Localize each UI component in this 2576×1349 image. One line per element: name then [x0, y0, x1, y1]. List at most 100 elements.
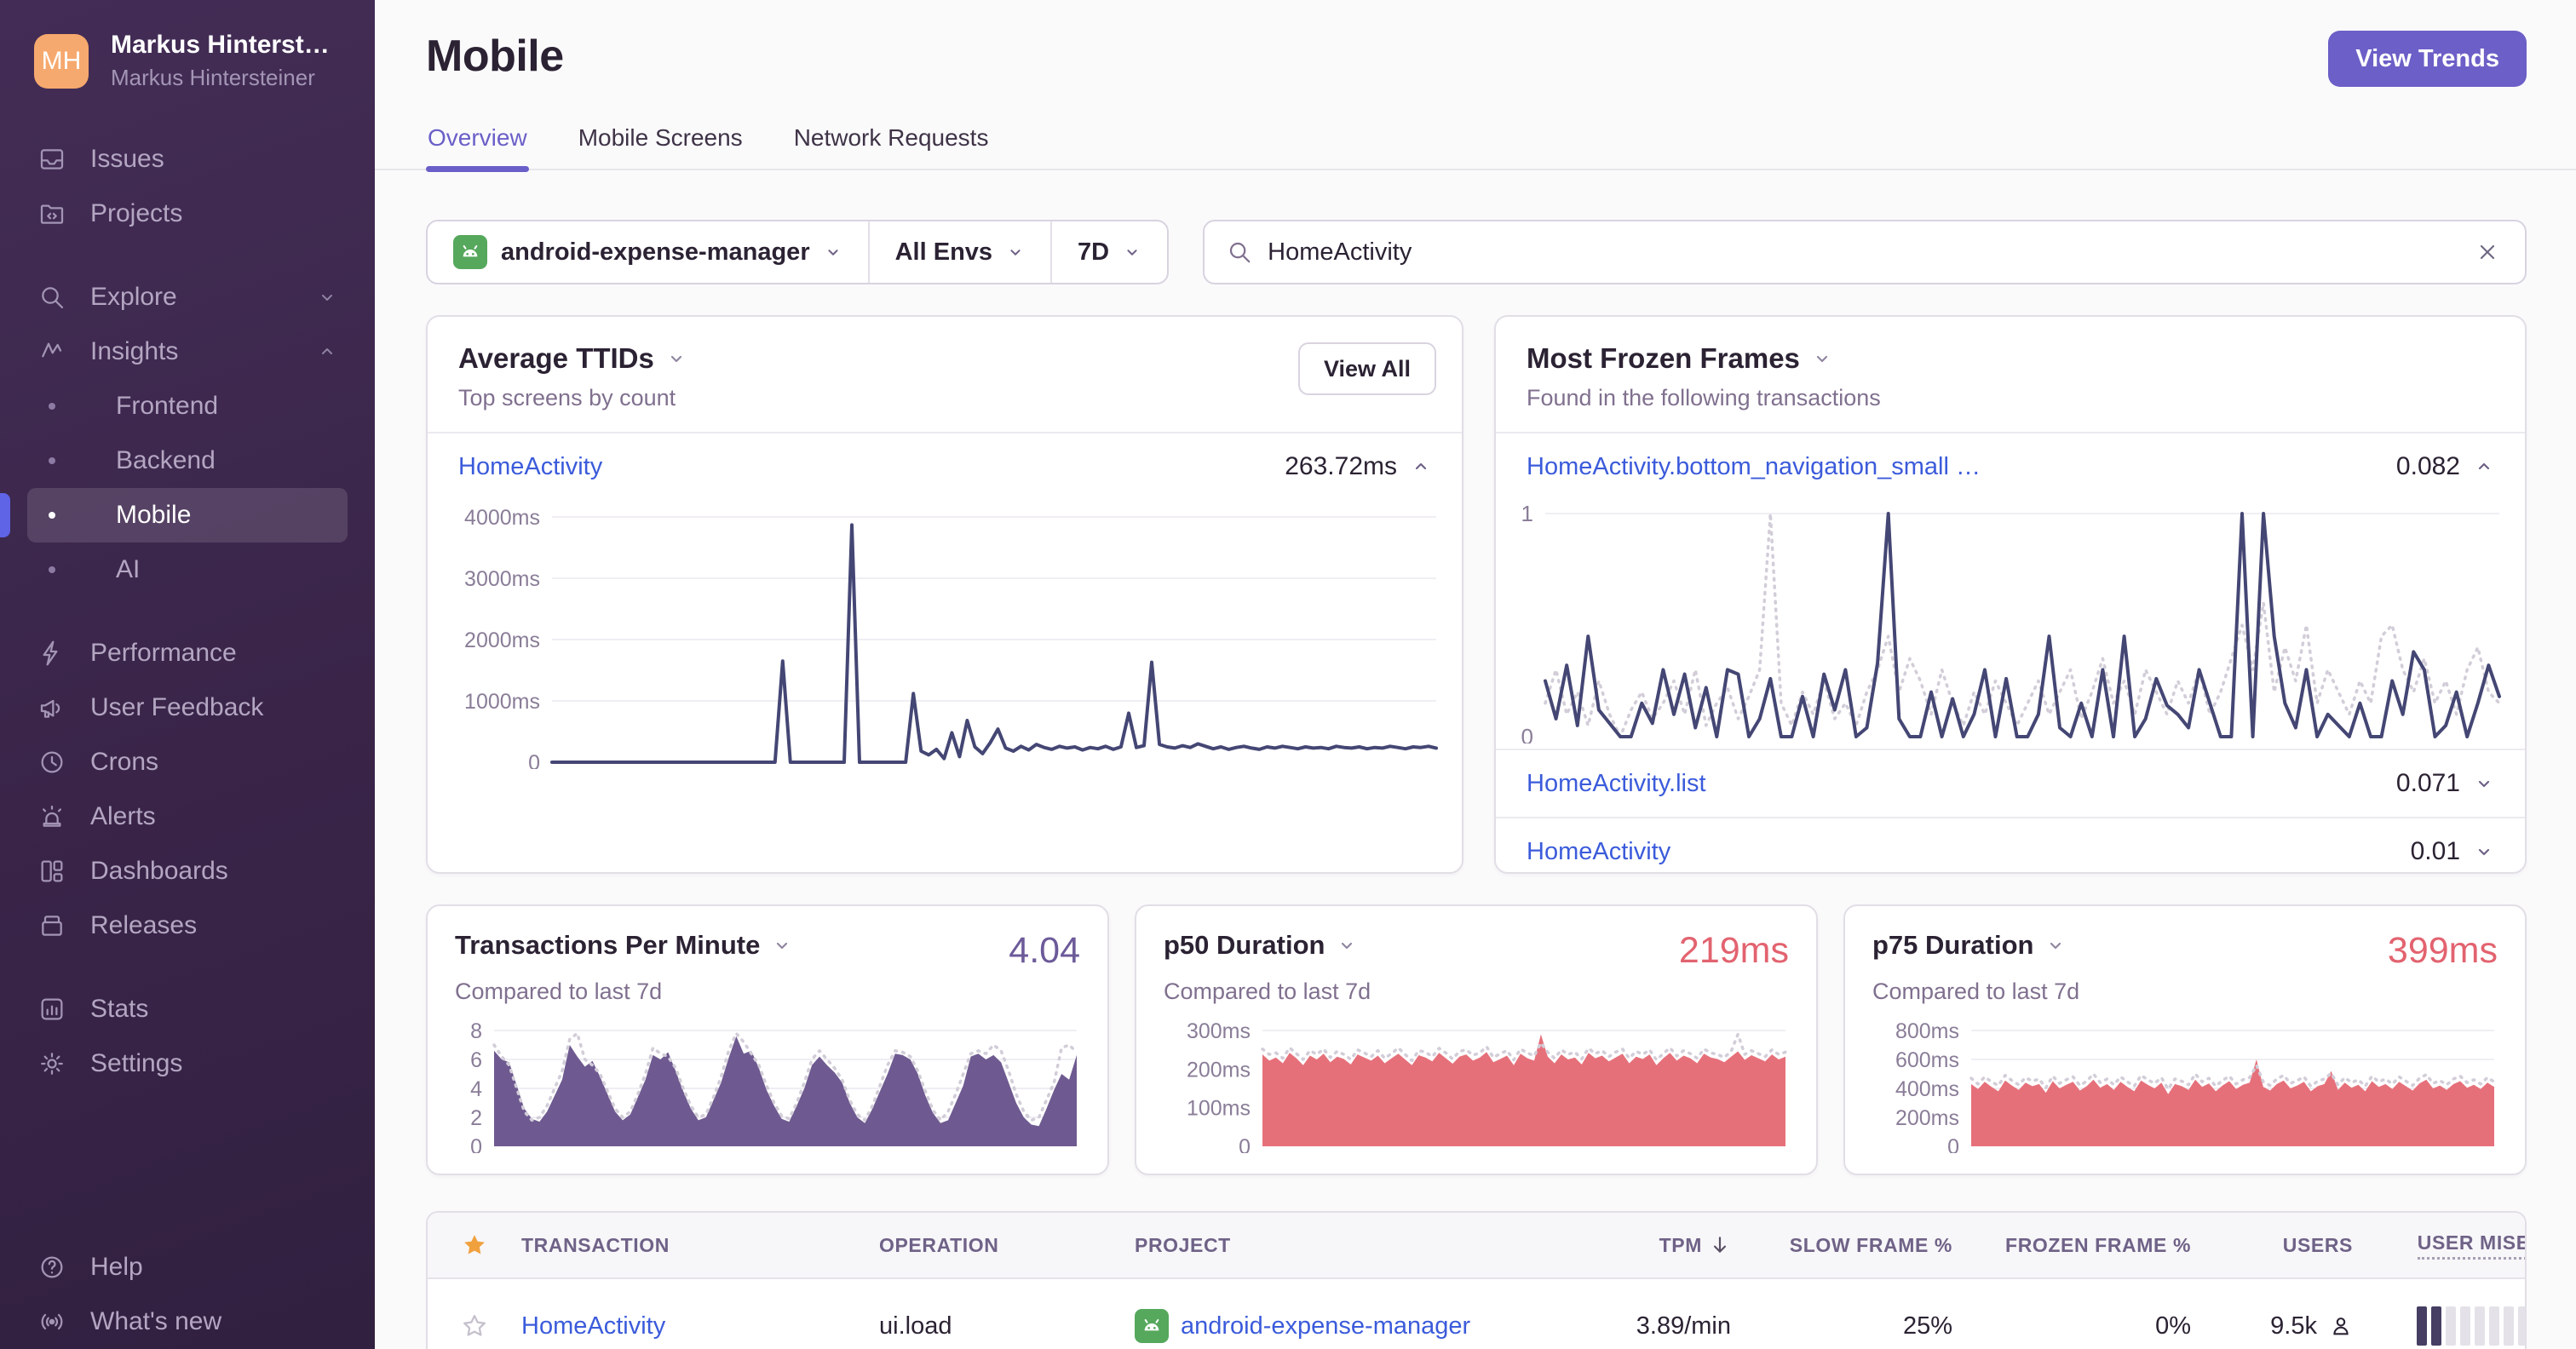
filter-bar: android-expense-manager All Envs 7D — [426, 220, 2527, 284]
project-selector[interactable]: android-expense-manager — [428, 221, 868, 283]
app-root: MH Markus Hinterst… Markus Hintersteiner… — [0, 0, 2576, 1349]
transaction-link[interactable]: HomeActivity — [521, 1312, 665, 1340]
transaction-link[interactable]: HomeActivity — [458, 453, 602, 481]
sidebar-item-help[interactable]: Help — [27, 1240, 348, 1294]
chevron-down-icon[interactable] — [2045, 935, 2066, 956]
p75-duration-card: p75 Duration 399ms Compared to last 7d 8… — [1843, 904, 2527, 1175]
tab-mobile-screens[interactable]: Mobile Screens — [577, 112, 745, 169]
tab-overview[interactable]: Overview — [426, 112, 529, 172]
user-name: Markus Hinterst… — [111, 31, 330, 59]
sidebar-item-user-feedback[interactable]: User Feedback — [27, 680, 348, 735]
frozen-frames-chart: 10 — [1508, 500, 2503, 749]
col-frozen-frame[interactable]: Frozen Frame % — [1952, 1234, 2191, 1257]
col-transaction[interactable]: Transaction — [521, 1234, 879, 1257]
col-users[interactable]: Users — [2191, 1234, 2353, 1257]
sidebar-item-insights[interactable]: Insights — [27, 324, 348, 379]
card-title: Average TTIDs — [458, 342, 654, 374]
tpm-cell: 3.89/min — [1636, 1312, 1731, 1340]
transactions-table: Transaction Operation Project TPM Slow F… — [426, 1211, 2527, 1349]
tpm-chart: 8 6 4 2 0 — [455, 1017, 1080, 1159]
frozen-transaction-row: HomeActivity 0.01 — [1496, 818, 2525, 872]
insights-icon — [37, 338, 66, 365]
chevron-down-icon[interactable] — [772, 935, 792, 956]
sidebar-item-mobile[interactable]: Mobile — [0, 488, 348, 542]
sidebar-item-stats[interactable]: Stats — [27, 982, 348, 1036]
transaction-link[interactable]: HomeActivity — [1527, 838, 1670, 866]
col-operation[interactable]: Operation — [879, 1234, 1135, 1257]
avatar: MH — [34, 33, 89, 89]
expand-chevron-down-icon[interactable] — [2474, 841, 2494, 862]
expand-chevron-down-icon[interactable] — [2474, 773, 2494, 794]
card-subtitle: Top screens by count — [458, 385, 676, 410]
tab-network-requests[interactable]: Network Requests — [792, 112, 991, 169]
star-toggle[interactable] — [462, 1313, 521, 1339]
siren-icon — [37, 803, 66, 830]
card-title: p75 Duration — [1872, 930, 2034, 960]
average-ttids-card: Average TTIDs Top screens by count View … — [426, 315, 1463, 874]
clear-search-button[interactable] — [2472, 237, 2503, 267]
sidebar-item-whats-new[interactable]: What's new — [27, 1294, 348, 1349]
sidebar-item-dashboards[interactable]: Dashboards — [27, 844, 348, 898]
releases-icon — [37, 912, 66, 939]
sidebar-item-releases[interactable]: Releases — [27, 898, 348, 953]
frozen-transaction-row: HomeActivity.bottom_navigation_small … 0… — [1496, 433, 2525, 500]
user-menu[interactable]: MH Markus Hinterst… Markus Hintersteiner — [34, 31, 349, 91]
svg-text:2000ms: 2000ms — [464, 629, 540, 652]
sidebar-item-ai[interactable]: AI — [27, 542, 348, 597]
chevron-down-icon — [1123, 243, 1141, 261]
sidebar-item-issues[interactable]: Issues — [27, 132, 348, 187]
card-title: p50 Duration — [1164, 930, 1325, 960]
svg-text:0: 0 — [528, 751, 540, 769]
project-link[interactable]: android-expense-manager — [1181, 1312, 1470, 1340]
user-misery-cell — [2353, 1306, 2525, 1346]
chevron-down-icon[interactable] — [1812, 348, 1832, 369]
user-icon — [2333, 1317, 2349, 1335]
view-trends-button[interactable]: View Trends — [2328, 31, 2527, 87]
most-frozen-frames-card: Most Frozen Frames Found in the followin… — [1494, 315, 2527, 874]
sidebar-item-projects[interactable]: Projects — [27, 187, 348, 241]
card-subtitle: Compared to last 7d — [1872, 979, 2080, 1004]
project-cell: android-expense-manager — [1135, 1309, 1578, 1343]
col-user-misery[interactable]: User Misery — [2353, 1231, 2525, 1260]
sidebar-item-backend[interactable]: Backend — [27, 433, 348, 488]
page-filters: android-expense-manager All Envs 7D — [426, 220, 1170, 284]
view-all-button[interactable]: View All — [1297, 342, 1436, 395]
bullet-icon — [37, 566, 66, 573]
tab-bar: Overview Mobile Screens Network Requests — [375, 112, 2576, 172]
search-input[interactable] — [1268, 238, 2457, 267]
user-org: Markus Hintersteiner — [111, 65, 315, 90]
main-content: Mobile View Trends Overview Mobile Scree… — [375, 0, 2576, 1349]
sidebar-item-crons[interactable]: Crons — [27, 735, 348, 789]
stats-icon — [37, 996, 66, 1023]
collapse-chevron-up-icon[interactable] — [1411, 456, 1431, 477]
svg-text:1: 1 — [1521, 501, 1533, 526]
sidebar-item-alerts[interactable]: Alerts — [27, 789, 348, 844]
sidebar-item-performance[interactable]: Performance — [27, 626, 348, 680]
svg-text:6: 6 — [470, 1048, 482, 1072]
issues-icon — [37, 146, 66, 173]
p50-chart: 300ms 200ms 100ms 0 — [1164, 1017, 1789, 1159]
chevron-down-icon[interactable] — [666, 348, 687, 369]
chevron-down-icon[interactable] — [1337, 935, 1357, 956]
sidebar-item-frontend[interactable]: Frontend — [27, 379, 348, 433]
projects-icon — [37, 200, 66, 227]
col-slow-frame[interactable]: Slow Frame % — [1731, 1234, 1952, 1257]
environment-selector[interactable]: All Envs — [867, 221, 1050, 283]
transaction-link[interactable]: HomeActivity.list — [1527, 770, 1706, 798]
col-tpm-sorted[interactable]: TPM — [1578, 1234, 1731, 1257]
date-range-selector[interactable]: 7D — [1050, 221, 1167, 283]
megaphone-icon — [37, 694, 66, 721]
star-column-icon[interactable] — [462, 1232, 521, 1258]
help-icon — [37, 1254, 66, 1281]
clock-icon — [37, 749, 66, 776]
col-project[interactable]: Project — [1135, 1234, 1578, 1257]
dashboards-icon — [37, 858, 66, 885]
svg-text:3000ms: 3000ms — [464, 567, 540, 591]
sidebar-item-explore[interactable]: Explore — [27, 270, 348, 324]
svg-text:1000ms: 1000ms — [464, 690, 540, 714]
collapse-chevron-up-icon[interactable] — [2474, 456, 2494, 477]
sidebar-item-settings[interactable]: Settings — [27, 1036, 348, 1091]
svg-text:400ms: 400ms — [1895, 1077, 1959, 1101]
search-icon — [1227, 239, 1252, 265]
transaction-link[interactable]: HomeActivity.bottom_navigation_small … — [1527, 453, 1981, 481]
